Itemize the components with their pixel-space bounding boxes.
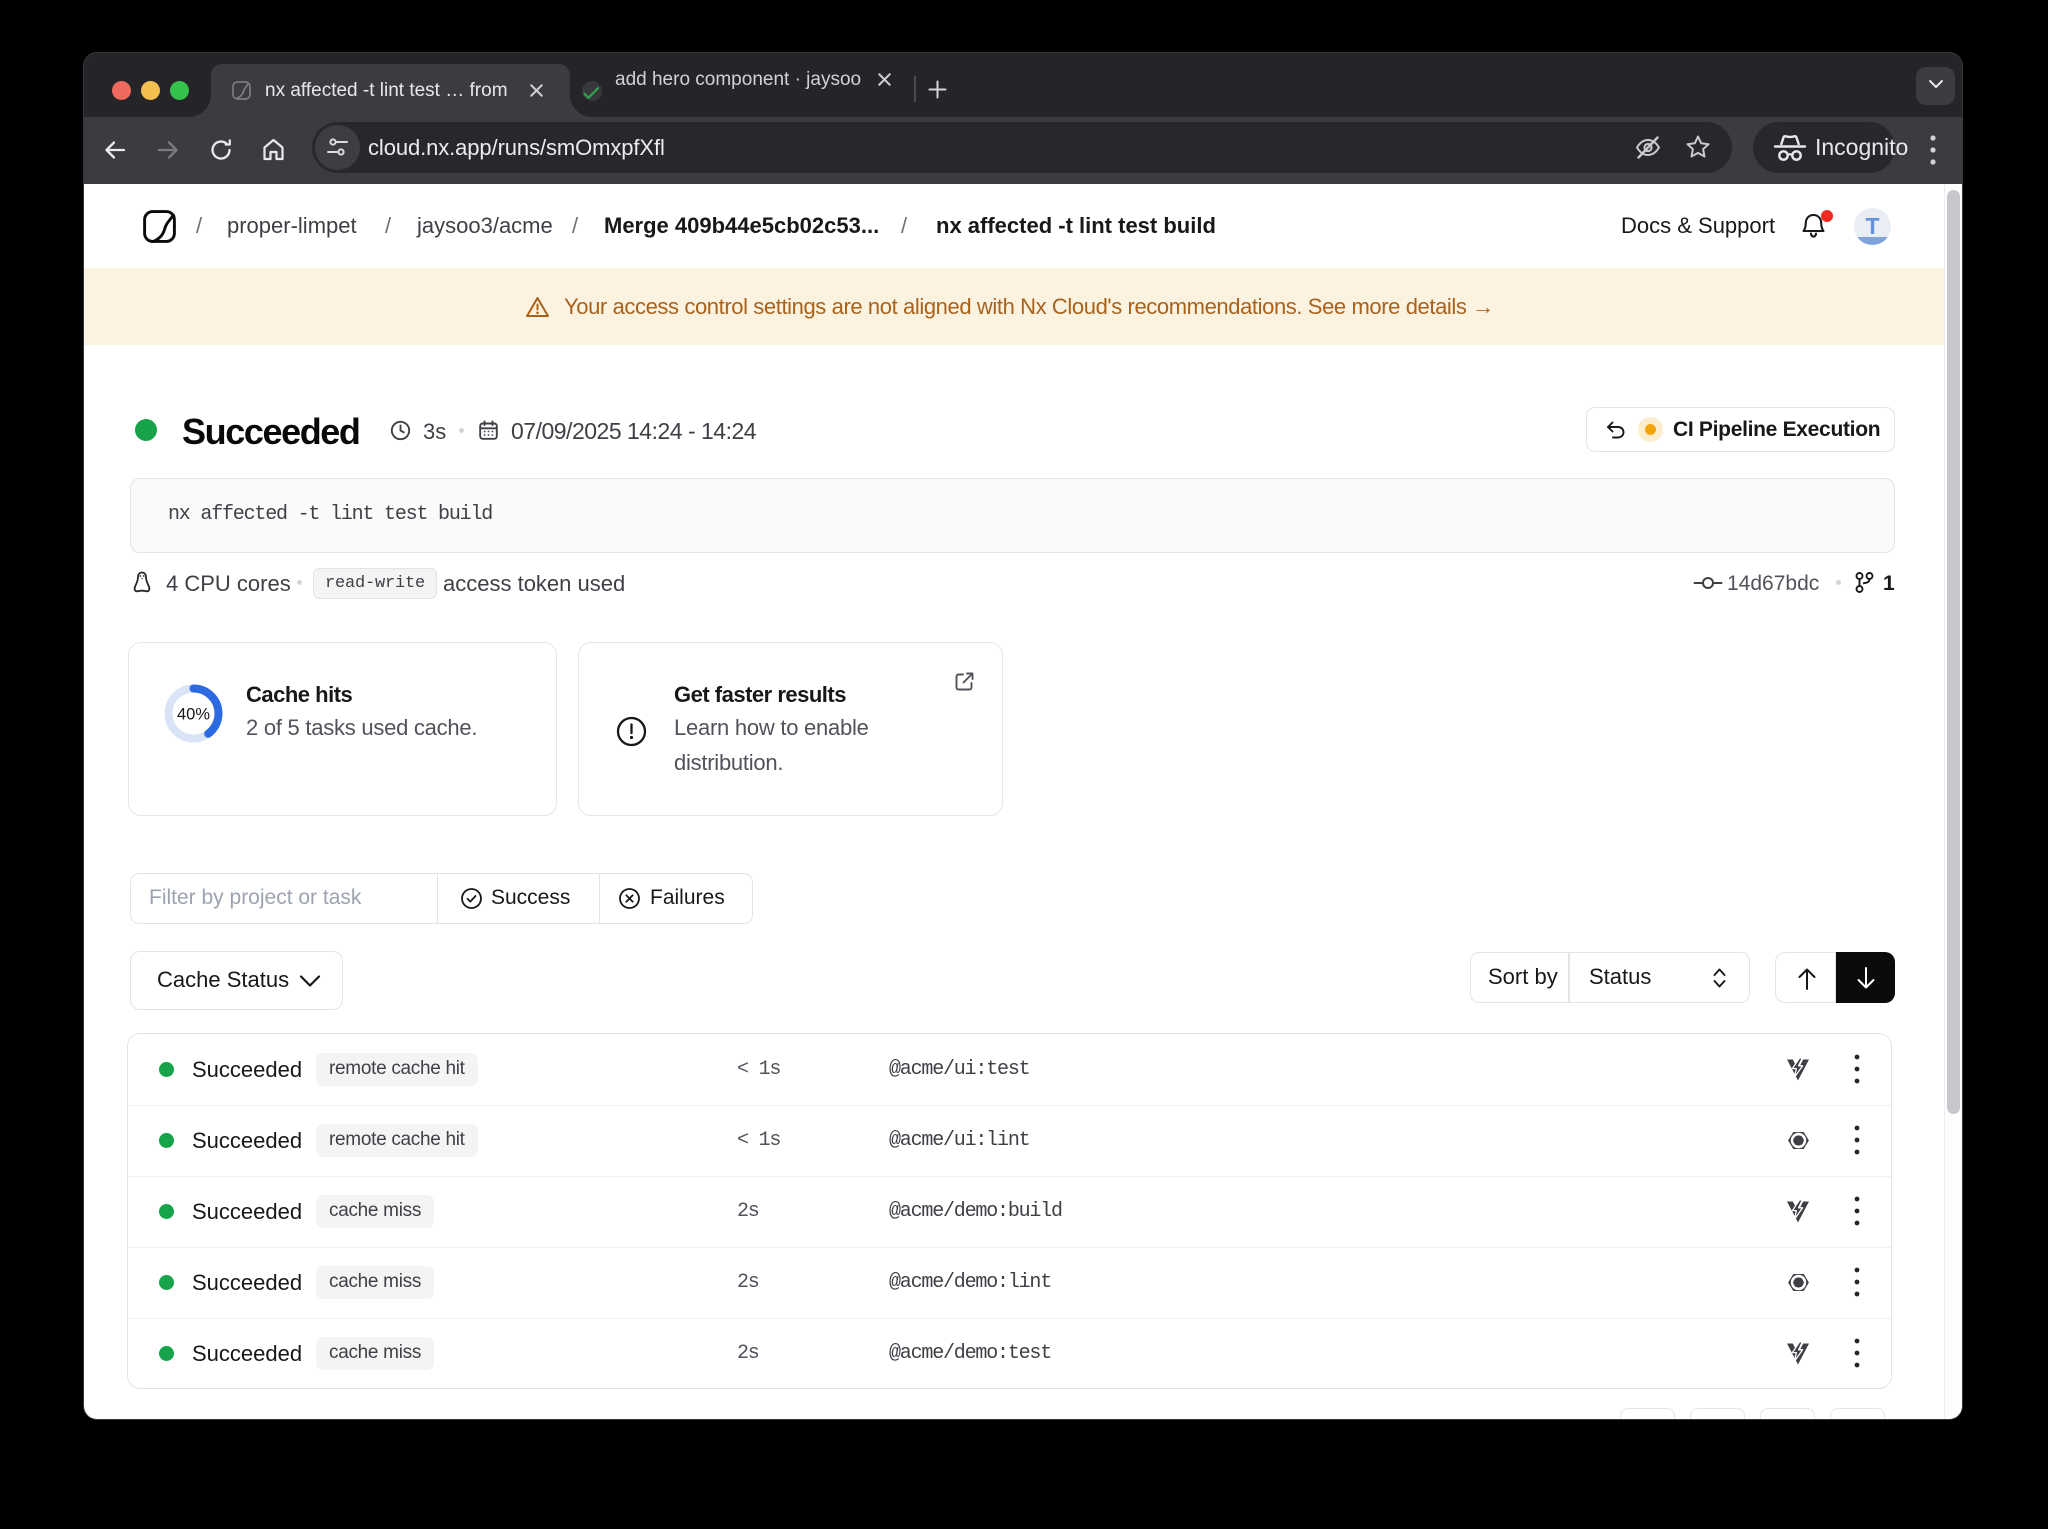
- svg-text:40%: 40%: [177, 706, 210, 724]
